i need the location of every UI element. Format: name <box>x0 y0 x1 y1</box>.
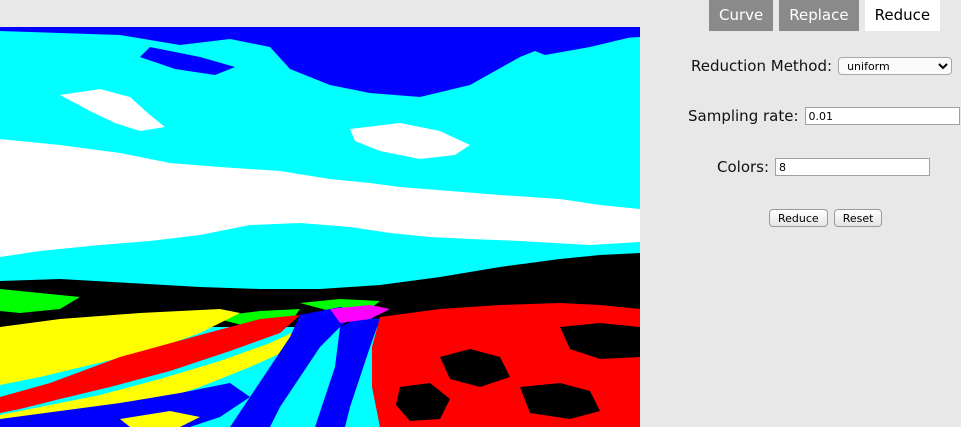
colors-row: Colors: <box>717 158 931 176</box>
reduction-method-select[interactable]: uniform <box>838 57 953 75</box>
reduced-image <box>0 27 640 427</box>
reduce-button[interactable]: Reduce <box>769 209 828 227</box>
sampling-row: Sampling rate: <box>688 107 960 125</box>
image-canvas <box>0 27 640 427</box>
reset-button[interactable]: Reset <box>833 209 883 227</box>
tab-curve[interactable]: Curve <box>709 0 774 31</box>
tab-bar: Curve Replace Reduce <box>709 0 941 31</box>
tab-reduce[interactable]: Reduce <box>864 0 941 31</box>
method-row: Reduction Method: uniform <box>691 57 953 75</box>
button-row: Reduce Reset <box>769 209 888 227</box>
colors-input[interactable] <box>775 158 931 176</box>
method-label: Reduction Method: <box>691 57 833 75</box>
tab-replace[interactable]: Replace <box>779 0 859 31</box>
colors-label: Colors: <box>717 158 770 176</box>
sampling-rate-input[interactable] <box>804 107 960 125</box>
sampling-label: Sampling rate: <box>688 107 799 125</box>
